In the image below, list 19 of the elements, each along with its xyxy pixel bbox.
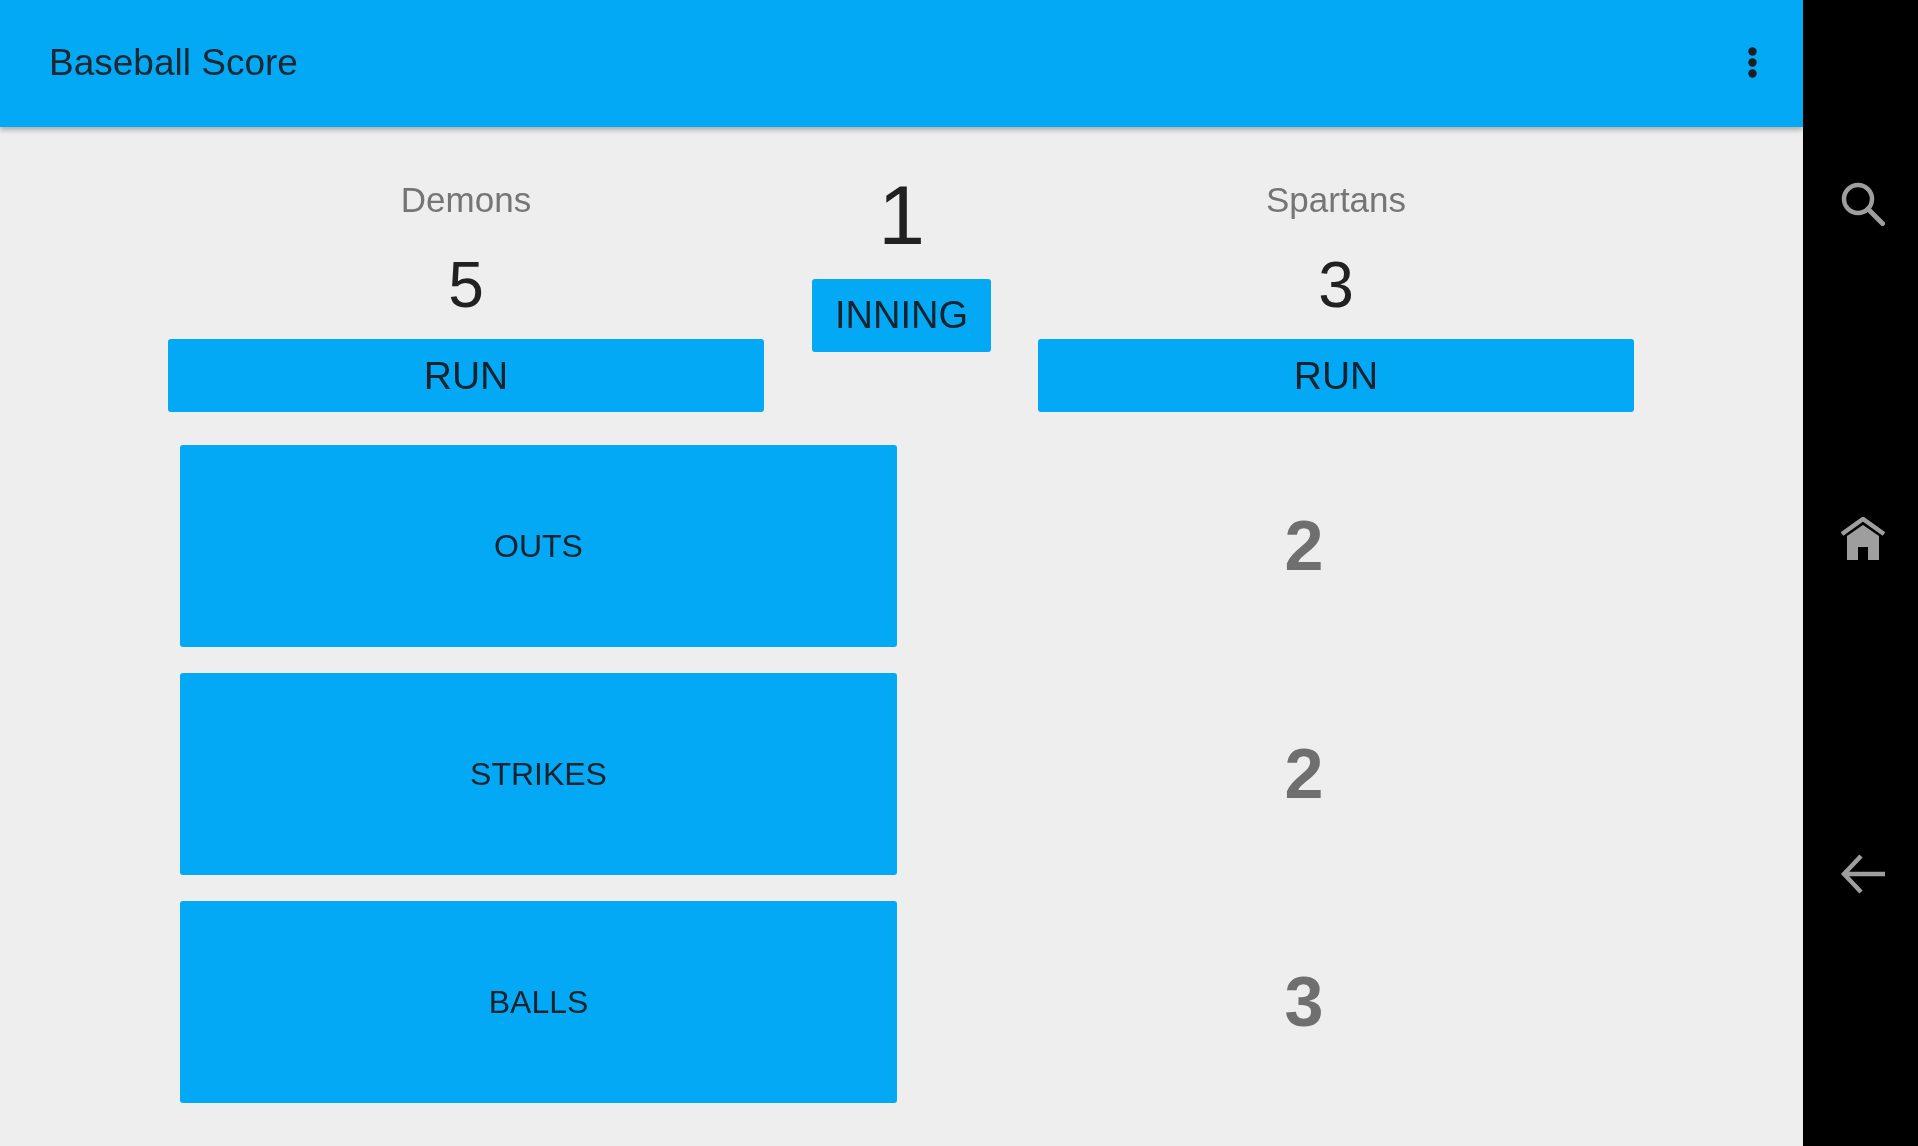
inning-button[interactable]: INNING	[812, 279, 991, 352]
inning-number: 1	[878, 167, 925, 263]
run-button[interactable]: RUN	[1038, 339, 1634, 412]
counter-value: 3	[1284, 962, 1324, 1042]
team-name: Demons	[400, 179, 532, 221]
search-icon[interactable]	[1840, 182, 1885, 226]
run-button[interactable]: RUN	[168, 339, 764, 412]
back-icon[interactable]	[1840, 854, 1885, 894]
app-title: Baseball Score	[49, 42, 298, 84]
counter-button[interactable]: OUTS	[180, 445, 897, 647]
counter-button[interactable]: BALLS	[180, 901, 897, 1103]
counter-button[interactable]: STRIKES	[180, 673, 897, 875]
home-icon[interactable]	[1839, 517, 1886, 560]
team-name: Spartans	[1265, 179, 1407, 221]
overflow-menu-icon[interactable]	[1748, 47, 1757, 78]
team-score: 5	[448, 248, 484, 323]
counter-value: 2	[1284, 506, 1324, 586]
team-score: 3	[1318, 248, 1354, 323]
counter-value: 2	[1284, 734, 1324, 814]
